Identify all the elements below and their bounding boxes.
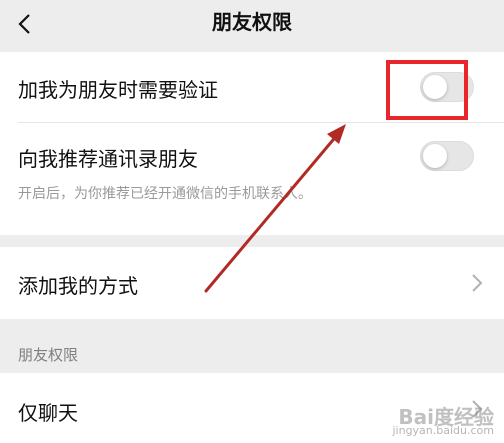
section-title: 朋友权限	[18, 346, 79, 364]
verify-label: 加我为朋友时需要验证	[18, 78, 218, 102]
recommend-label: 向我推荐通讯录朋友	[18, 147, 198, 171]
recommend-row[interactable]: 向我推荐通讯录朋友 开启后，为你推荐已经开通微信的手机联系人。	[0, 123, 504, 235]
nav-bar: 朋友权限	[0, 0, 504, 48]
highlight-box	[386, 60, 468, 120]
watermark-url: jingyan.baidu.com	[392, 424, 494, 437]
watermark-brand: Bai度经验	[398, 405, 494, 429]
watermark: Bai度经验 jingyan.baidu.com	[392, 405, 494, 437]
recommend-hint: 开启后，为你推荐已经开通微信的手机联系人。	[18, 186, 312, 202]
add-methods-label: 添加我的方式	[18, 274, 138, 298]
chevron-right-icon	[472, 274, 483, 292]
add-methods-row[interactable]: 添加我的方式	[0, 247, 504, 319]
toggle-knob	[423, 144, 447, 168]
chat-only-label: 仅聊天	[18, 401, 78, 425]
recommend-toggle[interactable]	[420, 141, 474, 171]
page-title: 朋友权限	[212, 10, 292, 34]
